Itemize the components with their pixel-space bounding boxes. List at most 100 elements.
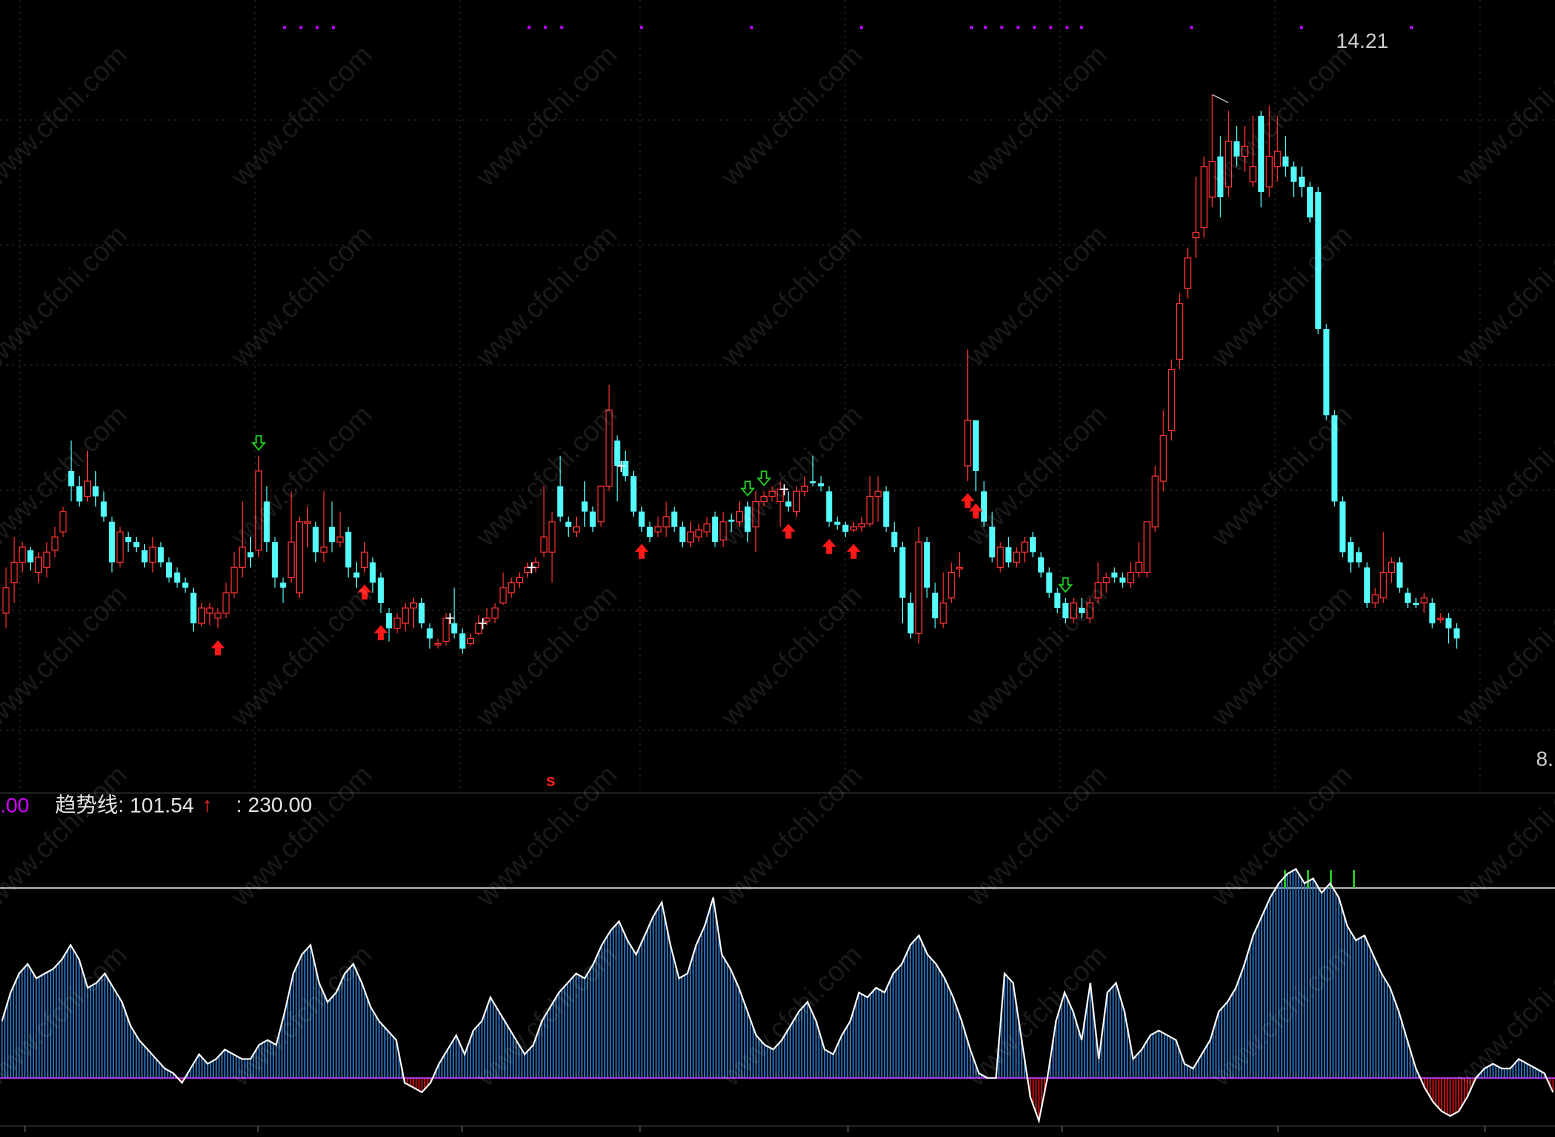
candle-body xyxy=(157,547,164,563)
candle-body xyxy=(1453,628,1460,639)
candle-body xyxy=(630,476,637,512)
candle-body xyxy=(475,622,483,634)
candle-body xyxy=(1102,577,1110,584)
candle xyxy=(287,491,295,583)
candle xyxy=(695,523,703,543)
candle xyxy=(1273,115,1281,182)
tick-dot xyxy=(1080,26,1083,29)
candle-body xyxy=(744,506,751,532)
candle xyxy=(1404,587,1411,609)
candle xyxy=(76,476,83,507)
candle-body xyxy=(386,613,393,629)
candle xyxy=(125,531,132,553)
candle-body xyxy=(84,480,91,497)
candle-body xyxy=(206,607,214,614)
candle xyxy=(491,602,499,624)
candle xyxy=(1331,410,1338,507)
candle-body xyxy=(515,577,523,584)
candle xyxy=(116,526,124,568)
candle xyxy=(834,516,841,530)
candle xyxy=(752,491,760,553)
candle-body xyxy=(581,501,588,512)
candle xyxy=(230,552,238,598)
candle-body xyxy=(1046,572,1053,593)
candle-body xyxy=(614,440,621,466)
tick-dot xyxy=(1410,26,1413,29)
candle-body xyxy=(622,460,629,477)
candle-body xyxy=(679,526,686,543)
candle-body xyxy=(712,516,719,543)
candle-body xyxy=(280,582,287,588)
candle-body xyxy=(345,531,352,568)
candle-body xyxy=(393,617,401,629)
candle xyxy=(1159,410,1167,492)
candle xyxy=(401,602,409,632)
candle xyxy=(932,582,939,629)
candle xyxy=(206,602,214,626)
high-pointer-line xyxy=(1211,94,1229,104)
candle xyxy=(84,450,91,502)
tick-dot xyxy=(315,26,319,29)
candle-body xyxy=(858,523,866,528)
candle xyxy=(1436,613,1444,624)
candle xyxy=(1323,323,1330,421)
candle-body xyxy=(100,501,107,517)
candle xyxy=(1396,557,1403,593)
buy-arrow-icon xyxy=(210,640,225,656)
candle xyxy=(304,506,312,548)
candle-body xyxy=(263,501,270,543)
candle xyxy=(1429,597,1436,629)
candle-body xyxy=(1445,618,1452,629)
candle xyxy=(630,471,637,517)
candle-body xyxy=(1111,572,1118,578)
candle-body xyxy=(883,491,890,527)
candle-body xyxy=(336,536,344,543)
candle xyxy=(907,592,914,639)
candle xyxy=(1021,536,1029,563)
stock-chart[interactable] xyxy=(0,0,1555,1132)
candle-body xyxy=(51,536,59,551)
candle-body xyxy=(1379,572,1387,599)
candle-body xyxy=(304,521,312,524)
candle-body xyxy=(35,556,43,574)
indicator-header: .00 趋势线: 101.54 ↑ : 230.00 xyxy=(0,792,312,820)
candle xyxy=(515,572,523,588)
candle xyxy=(736,501,743,527)
buy-arrow-icon xyxy=(822,538,837,554)
candle xyxy=(1005,536,1012,568)
candle xyxy=(1054,587,1061,614)
candle xyxy=(989,511,996,563)
candle-body xyxy=(1420,597,1428,604)
tick-dot xyxy=(860,26,863,29)
candle-body xyxy=(1094,582,1102,599)
candle xyxy=(557,455,564,522)
candle xyxy=(1355,547,1362,568)
candle xyxy=(1070,597,1078,624)
candle-body xyxy=(1339,501,1346,553)
candle xyxy=(1412,597,1419,609)
candle-body xyxy=(76,486,83,502)
candle-body xyxy=(108,521,115,563)
candle-body xyxy=(818,483,824,487)
candle xyxy=(280,577,287,603)
candle xyxy=(1046,567,1053,598)
buy-arrow-icon xyxy=(357,584,372,600)
chart-canvas[interactable] xyxy=(0,0,1555,1132)
tick-dot xyxy=(332,26,335,29)
candle xyxy=(679,521,686,548)
candle-body xyxy=(1355,552,1362,563)
candle-body xyxy=(1127,572,1135,584)
candle-body xyxy=(125,536,132,543)
candle-body xyxy=(1241,145,1249,157)
candle xyxy=(174,567,181,588)
candle-body xyxy=(850,526,858,531)
candle xyxy=(1225,110,1232,198)
candle-body xyxy=(1429,602,1436,624)
indicator-value-1: 101.54 xyxy=(129,794,194,818)
candle-body xyxy=(972,420,979,472)
candle-body xyxy=(1054,592,1061,609)
candle-body xyxy=(1070,602,1078,619)
candle-body xyxy=(166,562,172,578)
candle-body xyxy=(329,526,335,543)
candle xyxy=(809,455,816,487)
